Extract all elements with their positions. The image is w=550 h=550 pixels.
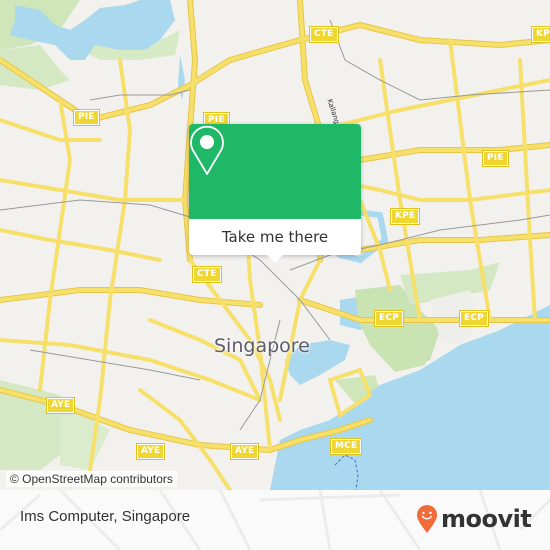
take-me-there-button[interactable]: Take me there <box>189 219 361 255</box>
highway-shield: CTE <box>309 26 339 43</box>
footer-bar: Ims Computer, Singapore moovit <box>0 490 550 550</box>
highway-shield: AYE <box>229 443 260 460</box>
popup-tail <box>267 255 283 263</box>
highway-shield: CTE <box>192 266 222 283</box>
highway-shield: ECP <box>374 310 404 327</box>
map-attribution[interactable]: © OpenStreetMap contributors <box>6 471 177 487</box>
highway-shield: KPE <box>530 26 550 43</box>
city-label: Singapore <box>214 335 310 357</box>
map[interactable]: CTE PIE PIE KPE PIE KPE CTE ECP ECP AYE … <box>0 0 550 490</box>
moovit-pin-icon <box>417 505 437 533</box>
highway-shield: PIE <box>73 109 100 126</box>
highway-shield: AYE <box>135 443 166 460</box>
destination-popup: Take me there <box>189 124 361 263</box>
highway-shield: KPE <box>389 208 421 225</box>
place-title: Ims Computer, Singapore <box>20 508 191 525</box>
moovit-wordmark: moovit <box>441 505 532 533</box>
highway-shield: PIE <box>482 150 509 167</box>
moovit-logo[interactable]: moovit <box>416 504 532 534</box>
highway-shield: MCE <box>329 438 363 455</box>
highway-shield: ECP <box>459 310 489 327</box>
location-pin-icon <box>190 125 224 175</box>
popup-header <box>189 124 361 219</box>
highway-shield: AYE <box>45 397 76 414</box>
